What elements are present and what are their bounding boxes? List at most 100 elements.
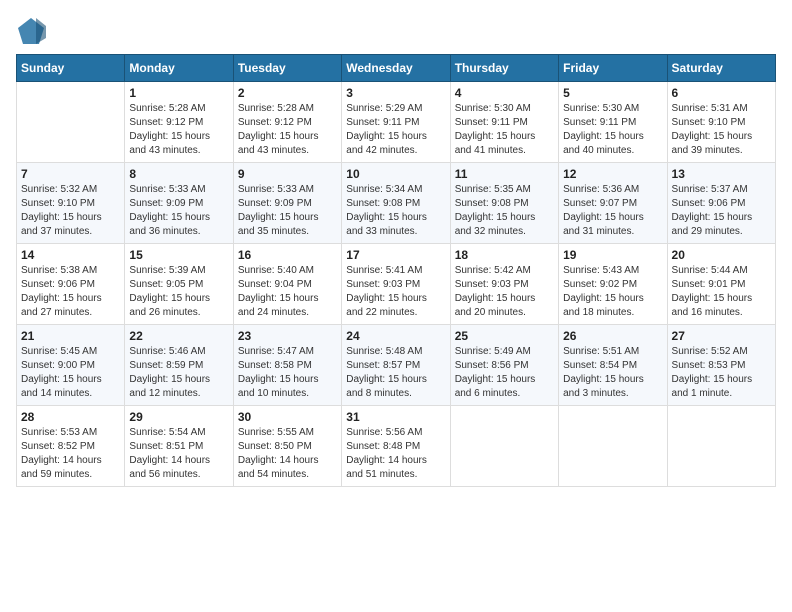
- day-number: 11: [455, 167, 554, 181]
- header-wednesday: Wednesday: [342, 55, 450, 82]
- header-thursday: Thursday: [450, 55, 558, 82]
- day-number: 16: [238, 248, 337, 262]
- day-info: Sunrise: 5:33 AM Sunset: 9:09 PM Dayligh…: [238, 183, 337, 239]
- day-info: Sunrise: 5:30 AM Sunset: 9:11 PM Dayligh…: [563, 102, 662, 158]
- day-info: Sunrise: 5:54 AM Sunset: 8:51 PM Dayligh…: [129, 426, 228, 482]
- calendar-cell: 20Sunrise: 5:44 AM Sunset: 9:01 PM Dayli…: [667, 244, 775, 325]
- day-info: Sunrise: 5:51 AM Sunset: 8:54 PM Dayligh…: [563, 345, 662, 401]
- page-header: [16, 16, 776, 46]
- calendar-cell: 6Sunrise: 5:31 AM Sunset: 9:10 PM Daylig…: [667, 82, 775, 163]
- header-sunday: Sunday: [17, 55, 125, 82]
- calendar-cell: 1 Sunrise: 5:28 AM Sunset: 9:12 PM Daylig…: [125, 82, 233, 163]
- day-number: 8: [129, 167, 228, 181]
- calendar-cell: 25 Sunrise: 5:49 AM Sunset: 8:56 PM Dayli…: [450, 325, 558, 406]
- calendar-header-row: SundayMondayTuesdayWednesdayThursdayFrid…: [17, 55, 776, 82]
- calendar-cell: 30 Sunrise: 5:55 AM Sunset: 8:50 PM Dayli…: [233, 406, 341, 487]
- day-info: Sunrise: 5:47 AM Sunset: 8:58 PM Dayligh…: [238, 345, 337, 401]
- day-number: 17: [346, 248, 445, 262]
- calendar-cell: 12 Sunrise: 5:36 AM Sunset: 9:07 PM Dayli…: [559, 163, 667, 244]
- day-info: Sunrise: 5:42 AM Sunset: 9:03 PM Dayligh…: [455, 264, 554, 320]
- week-row-1: 1 Sunrise: 5:28 AM Sunset: 9:12 PM Daylig…: [17, 82, 776, 163]
- day-number: 29: [129, 410, 228, 424]
- week-row-4: 21Sunrise: 5:45 AM Sunset: 9:00 PM Dayli…: [17, 325, 776, 406]
- day-info: Sunrise: 5:56 AM Sunset: 8:48 PM Dayligh…: [346, 426, 445, 482]
- day-number: 23: [238, 329, 337, 343]
- day-info: Sunrise: 5:37 AM Sunset: 9:06 PM Dayligh…: [672, 183, 771, 239]
- day-info: Sunrise: 5:43 AM Sunset: 9:02 PM Dayligh…: [563, 264, 662, 320]
- day-info: Sunrise: 5:52 AM Sunset: 8:53 PM Dayligh…: [672, 345, 771, 401]
- calendar-cell: [450, 406, 558, 487]
- calendar-cell: 14 Sunrise: 5:38 AM Sunset: 9:06 PM Dayli…: [17, 244, 125, 325]
- day-number: 18: [455, 248, 554, 262]
- day-number: 30: [238, 410, 337, 424]
- calendar-cell: 4Sunrise: 5:30 AM Sunset: 9:11 PM Daylig…: [450, 82, 558, 163]
- day-info: Sunrise: 5:29 AM Sunset: 9:11 PM Dayligh…: [346, 102, 445, 158]
- day-number: 28: [21, 410, 120, 424]
- day-info: Sunrise: 5:38 AM Sunset: 9:06 PM Dayligh…: [21, 264, 120, 320]
- calendar-cell: 23 Sunrise: 5:47 AM Sunset: 8:58 PM Dayli…: [233, 325, 341, 406]
- day-number: 2: [238, 86, 337, 100]
- calendar-cell: 28 Sunrise: 5:53 AM Sunset: 8:52 PM Dayli…: [17, 406, 125, 487]
- calendar-cell: 16 Sunrise: 5:40 AM Sunset: 9:04 PM Dayli…: [233, 244, 341, 325]
- day-number: 14: [21, 248, 120, 262]
- header-monday: Monday: [125, 55, 233, 82]
- calendar-cell: 10Sunrise: 5:34 AM Sunset: 9:08 PM Dayli…: [342, 163, 450, 244]
- day-number: 3: [346, 86, 445, 100]
- header-tuesday: Tuesday: [233, 55, 341, 82]
- week-row-3: 14 Sunrise: 5:38 AM Sunset: 9:06 PM Dayli…: [17, 244, 776, 325]
- day-info: Sunrise: 5:28 AM Sunset: 9:12 PM Dayligh…: [129, 102, 228, 158]
- day-info: Sunrise: 5:44 AM Sunset: 9:01 PM Dayligh…: [672, 264, 771, 320]
- week-row-2: 7 Sunrise: 5:32 AM Sunset: 9:10 PM Daylig…: [17, 163, 776, 244]
- day-info: Sunrise: 5:32 AM Sunset: 9:10 PM Dayligh…: [21, 183, 120, 239]
- day-number: 12: [563, 167, 662, 181]
- calendar-cell: 31 Sunrise: 5:56 AM Sunset: 8:48 PM Dayli…: [342, 406, 450, 487]
- day-info: Sunrise: 5:36 AM Sunset: 9:07 PM Dayligh…: [563, 183, 662, 239]
- calendar-cell: 13 Sunrise: 5:37 AM Sunset: 9:06 PM Dayli…: [667, 163, 775, 244]
- calendar-cell: 26 Sunrise: 5:51 AM Sunset: 8:54 PM Dayli…: [559, 325, 667, 406]
- day-info: Sunrise: 5:41 AM Sunset: 9:03 PM Dayligh…: [346, 264, 445, 320]
- calendar-cell: 3 Sunrise: 5:29 AM Sunset: 9:11 PM Daylig…: [342, 82, 450, 163]
- day-info: Sunrise: 5:39 AM Sunset: 9:05 PM Dayligh…: [129, 264, 228, 320]
- day-info: Sunrise: 5:40 AM Sunset: 9:04 PM Dayligh…: [238, 264, 337, 320]
- day-number: 25: [455, 329, 554, 343]
- calendar-cell: 2 Sunrise: 5:28 AM Sunset: 9:12 PM Daylig…: [233, 82, 341, 163]
- day-number: 19: [563, 248, 662, 262]
- day-info: Sunrise: 5:33 AM Sunset: 9:09 PM Dayligh…: [129, 183, 228, 239]
- calendar-cell: 19 Sunrise: 5:43 AM Sunset: 9:02 PM Dayli…: [559, 244, 667, 325]
- day-info: Sunrise: 5:28 AM Sunset: 9:12 PM Dayligh…: [238, 102, 337, 158]
- day-info: Sunrise: 5:30 AM Sunset: 9:11 PM Dayligh…: [455, 102, 554, 158]
- day-number: 22: [129, 329, 228, 343]
- calendar-cell: 24Sunrise: 5:48 AM Sunset: 8:57 PM Dayli…: [342, 325, 450, 406]
- calendar-cell: 8 Sunrise: 5:33 AM Sunset: 9:09 PM Daylig…: [125, 163, 233, 244]
- day-info: Sunrise: 5:45 AM Sunset: 9:00 PM Dayligh…: [21, 345, 120, 401]
- header-friday: Friday: [559, 55, 667, 82]
- day-info: Sunrise: 5:53 AM Sunset: 8:52 PM Dayligh…: [21, 426, 120, 482]
- calendar-cell: 15 Sunrise: 5:39 AM Sunset: 9:05 PM Dayli…: [125, 244, 233, 325]
- day-number: 31: [346, 410, 445, 424]
- calendar-cell: [559, 406, 667, 487]
- day-number: 13: [672, 167, 771, 181]
- day-info: Sunrise: 5:49 AM Sunset: 8:56 PM Dayligh…: [455, 345, 554, 401]
- day-number: 26: [563, 329, 662, 343]
- day-number: 6: [672, 86, 771, 100]
- day-info: Sunrise: 5:55 AM Sunset: 8:50 PM Dayligh…: [238, 426, 337, 482]
- calendar-cell: 27Sunrise: 5:52 AM Sunset: 8:53 PM Dayli…: [667, 325, 775, 406]
- header-saturday: Saturday: [667, 55, 775, 82]
- day-info: Sunrise: 5:48 AM Sunset: 8:57 PM Dayligh…: [346, 345, 445, 401]
- calendar-cell: 7 Sunrise: 5:32 AM Sunset: 9:10 PM Daylig…: [17, 163, 125, 244]
- day-number: 1: [129, 86, 228, 100]
- day-info: Sunrise: 5:35 AM Sunset: 9:08 PM Dayligh…: [455, 183, 554, 239]
- calendar-cell: [17, 82, 125, 163]
- calendar-cell: 21Sunrise: 5:45 AM Sunset: 9:00 PM Dayli…: [17, 325, 125, 406]
- calendar-cell: 11 Sunrise: 5:35 AM Sunset: 9:08 PM Dayli…: [450, 163, 558, 244]
- calendar-cell: 17 Sunrise: 5:41 AM Sunset: 9:03 PM Dayli…: [342, 244, 450, 325]
- calendar-cell: [667, 406, 775, 487]
- day-number: 10: [346, 167, 445, 181]
- day-number: 7: [21, 167, 120, 181]
- calendar-cell: 22 Sunrise: 5:46 AM Sunset: 8:59 PM Dayli…: [125, 325, 233, 406]
- calendar-cell: 18 Sunrise: 5:42 AM Sunset: 9:03 PM Dayli…: [450, 244, 558, 325]
- logo: [16, 16, 50, 46]
- day-number: 5: [563, 86, 662, 100]
- day-number: 15: [129, 248, 228, 262]
- day-info: Sunrise: 5:46 AM Sunset: 8:59 PM Dayligh…: [129, 345, 228, 401]
